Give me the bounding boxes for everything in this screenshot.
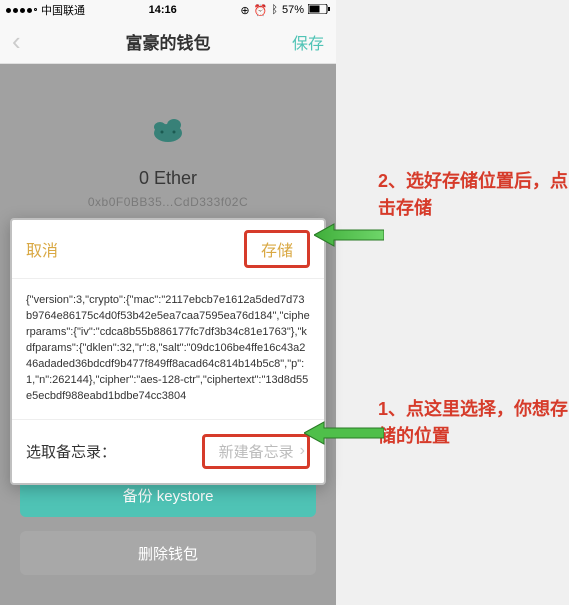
signal-dots <box>6 8 37 13</box>
keystore-json-text: {"version":3,"crypto":{"mac":"2117ebcb7e… <box>12 279 324 420</box>
page-title: 富豪的钱包 <box>0 29 336 54</box>
save-button[interactable]: 保存 <box>292 30 324 54</box>
battery-pct: 57% <box>282 4 304 16</box>
store-button[interactable]: 存储 <box>261 243 293 260</box>
alarm-icon: ⊕ <box>240 4 249 17</box>
annotation-2: 2、选好存储位置后，点击存储 <box>378 168 569 222</box>
nav-bar: ‹ 富豪的钱包 保存 <box>0 20 336 64</box>
delete-wallet-button[interactable]: 删除钱包 <box>20 531 316 575</box>
annotation-1: 1、点这里选择，你想存储的位置 <box>378 396 569 450</box>
bluetooth-icon: ᛒ <box>271 4 278 16</box>
phone-frame: 中国联通 14:16 ⊕ ⏰ ᛒ 57% ‹ 富豪的钱包 保存 0 Ether … <box>0 0 336 605</box>
chevron-right-icon: › <box>300 442 305 460</box>
status-bar: 中国联通 14:16 ⊕ ⏰ ᛒ 57% <box>0 0 336 20</box>
battery-icon <box>308 4 330 17</box>
clock: 14:16 <box>149 4 177 16</box>
back-icon[interactable]: ‹ <box>12 26 21 57</box>
cancel-button[interactable]: 取消 <box>26 237 58 261</box>
memo-button-highlight: 新建备忘录 › <box>202 434 310 469</box>
alarm-icon-2: ⏰ <box>254 4 268 17</box>
new-memo-button[interactable]: 新建备忘录 <box>219 441 294 462</box>
save-modal: 取消 存储 {"version":3,"crypto":{"mac":"2117… <box>10 218 326 485</box>
carrier-label: 中国联通 <box>41 2 85 18</box>
memo-select-label: 选取备忘录： <box>26 441 116 462</box>
store-button-highlight: 存储 <box>244 230 310 268</box>
